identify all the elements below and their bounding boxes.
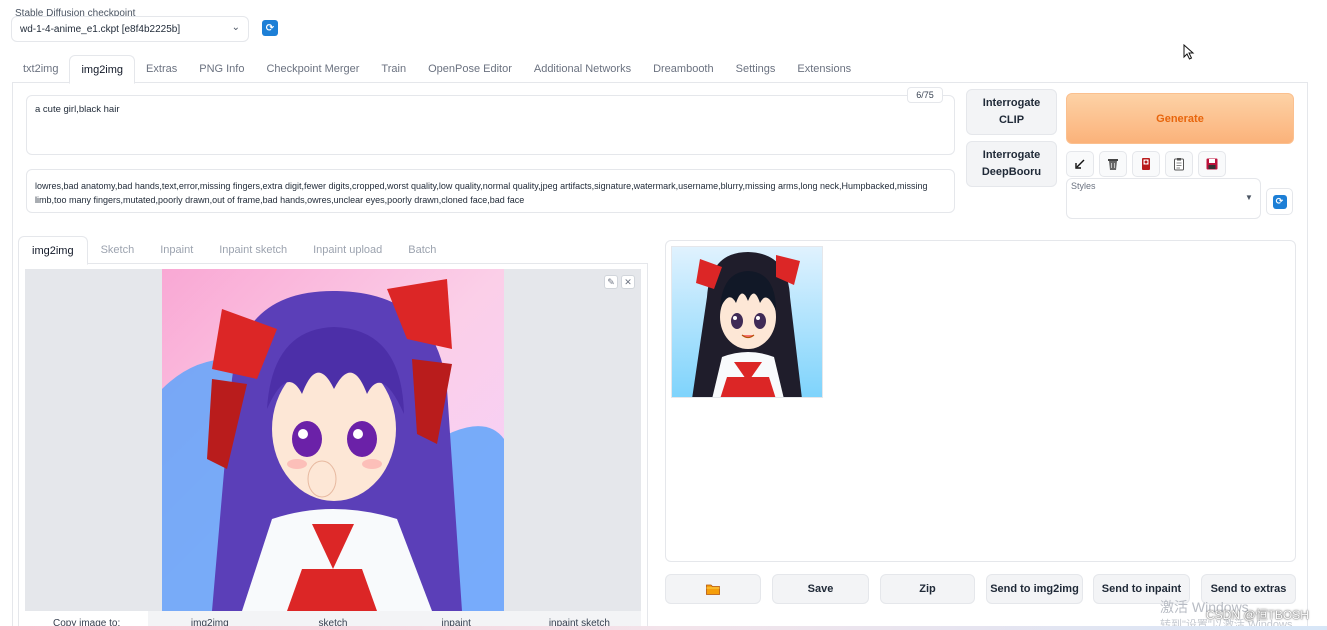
apply-style-button[interactable] xyxy=(1165,151,1193,177)
subtab-inpaint-upload[interactable]: Inpaint upload xyxy=(300,236,395,264)
negative-prompt-input[interactable]: lowres,bad anatomy,bad hands,text,error,… xyxy=(26,169,955,213)
prompt-input[interactable]: a cute girl,black hair xyxy=(26,95,955,155)
subtab-img2img[interactable]: img2img xyxy=(18,236,88,265)
subtab-sketch[interactable]: Sketch xyxy=(88,236,148,264)
arrow-diagonal-icon xyxy=(1075,159,1085,169)
close-icon[interactable]: ✕ xyxy=(621,275,635,289)
main-tab-bar: txt2img img2img Extras PNG Info Checkpoi… xyxy=(12,55,1308,84)
clear-prompt-button[interactable] xyxy=(1099,151,1127,177)
input-image-canvas[interactable] xyxy=(25,269,641,611)
show-extra-networks-button[interactable] xyxy=(1132,151,1160,177)
subtab-inpaint-sketch[interactable]: Inpaint sketch xyxy=(206,236,300,264)
styles-refresh-button[interactable]: ⟳ xyxy=(1266,188,1293,215)
save-style-button[interactable] xyxy=(1198,151,1226,177)
checkpoint-select[interactable]: wd-1-4-anime_e1.ckpt [e8f4b2225b] ⌄ xyxy=(11,16,249,42)
token-counter: 6/75 xyxy=(907,87,943,103)
tab-train[interactable]: Train xyxy=(370,55,417,83)
tab-txt2img[interactable]: txt2img xyxy=(12,55,69,83)
bottom-gradient-bar xyxy=(0,626,1327,630)
send-to-img2img-button[interactable]: Send to img2img xyxy=(986,574,1083,604)
output-image-thumbnail[interactable] xyxy=(671,246,823,398)
clipboard-icon xyxy=(1174,158,1184,171)
output-anime-image xyxy=(672,247,822,397)
input-anime-image xyxy=(162,269,504,611)
folder-icon xyxy=(706,584,720,595)
interrogate-clip-button[interactable]: Interrogate CLIP xyxy=(966,89,1057,135)
tab-img2img[interactable]: img2img xyxy=(69,55,136,84)
tab-extras[interactable]: Extras xyxy=(135,55,188,83)
subtab-batch[interactable]: Batch xyxy=(395,236,449,264)
tab-settings[interactable]: Settings xyxy=(725,55,787,83)
save-disk-icon xyxy=(1206,158,1218,170)
tab-png-info[interactable]: PNG Info xyxy=(188,55,255,83)
tab-dreambooth[interactable]: Dreambooth xyxy=(642,55,725,83)
edit-icon[interactable]: ✎ xyxy=(604,275,618,289)
checkpoint-refresh-button[interactable]: ⟳ xyxy=(262,20,278,36)
chevron-down-icon: ⌄ xyxy=(231,22,240,33)
interrogate-deepbooru-label: Interrogate DeepBooru xyxy=(981,149,1042,178)
styles-label: Styles xyxy=(1071,181,1096,191)
checkpoint-value: wd-1-4-anime_e1.ckpt [e8f4b2225b] xyxy=(20,23,181,35)
save-button[interactable]: Save xyxy=(772,574,869,604)
subtab-inpaint[interactable]: Inpaint xyxy=(147,236,206,264)
tab-checkpoint-merger[interactable]: Checkpoint Merger xyxy=(255,55,370,83)
generate-button[interactable]: Generate xyxy=(1066,93,1294,144)
trash-icon xyxy=(1108,159,1118,170)
open-folder-button[interactable] xyxy=(665,574,761,604)
refresh-icon: ⟳ xyxy=(1272,194,1287,209)
zip-button[interactable]: Zip xyxy=(880,574,975,604)
refresh-icon: ⟳ xyxy=(265,22,275,34)
csdn-watermark: CSDN @恒TBOSH xyxy=(1206,608,1309,622)
tab-openpose-editor[interactable]: OpenPose Editor xyxy=(417,55,523,83)
tab-additional-networks[interactable]: Additional Networks xyxy=(523,55,642,83)
img2img-mode-tabs: img2img Sketch Inpaint Inpaint sketch In… xyxy=(18,236,648,265)
read-params-button[interactable] xyxy=(1066,151,1094,177)
red-card-icon xyxy=(1142,158,1150,170)
interrogate-deepbooru-button[interactable]: Interrogate DeepBooru xyxy=(966,141,1057,187)
caret-down-icon: ▼ xyxy=(1245,193,1253,202)
interrogate-clip-label: Interrogate CLIP xyxy=(982,97,1041,126)
tab-extensions[interactable]: Extensions xyxy=(786,55,862,83)
